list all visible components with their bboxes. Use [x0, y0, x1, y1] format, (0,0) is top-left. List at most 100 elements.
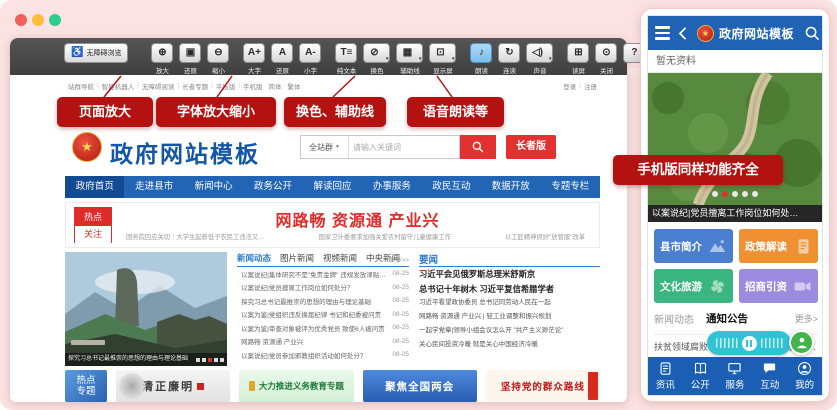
window-minimize-dot[interactable] [32, 14, 44, 26]
news-list-item[interactable]: ·探究习总书记最推崇的思想的理由与理论基础08-25 [237, 294, 409, 308]
mobile-site-title: 政府网站模板 [719, 25, 794, 42]
hot-headline[interactable]: 网路畅 资源通 产业兴 [126, 207, 589, 231]
key-news-item[interactable]: 关心民间投资冷暖 就是关心中国经济冷暖 [419, 338, 600, 352]
mobile-more-link[interactable]: 更多> [795, 312, 818, 325]
accessibility-assistant-fab[interactable] [789, 330, 814, 355]
utility-link-elder[interactable]: 长者专题 [182, 81, 208, 91]
nav-item-news[interactable]: 新闻中心 [184, 176, 243, 198]
tile-policy-interpretation[interactable]: 政策解读 [739, 229, 818, 263]
mobile-carousel-dots[interactable] [648, 191, 822, 197]
mobile-nav-interaction[interactable]: 互动 [752, 357, 787, 395]
news-list-item[interactable]: ·网路畅 资源通 产业兴08-25 [237, 335, 409, 349]
mobile-nav-open-info[interactable]: 公开 [683, 357, 718, 395]
topic-banner-two-sessions[interactable]: 聚焦全国两会 [363, 370, 477, 402]
nav-item-home[interactable]: 政府首页 [65, 176, 124, 198]
utility-link-traditional[interactable]: 繁体 [288, 81, 301, 91]
key-news-featured[interactable]: 习近平会见俄罗斯总理米舒斯京 [419, 267, 600, 282]
toolbar-button-continuous-read[interactable]: ↻连读 [497, 43, 521, 75]
toolbar-button-label: 纯文本 [337, 65, 357, 75]
nav-item-special-topics[interactable]: 专题专栏 [541, 176, 600, 198]
toolbar-button-font-larger[interactable]: A+大字 [242, 43, 266, 75]
toolbar-button-read-aloud[interactable]: ♪朗读 [469, 43, 493, 75]
topic-banner-integrity[interactable]: 清正廉明 [116, 370, 230, 402]
toolbar-button-plain-text[interactable]: T≡纯文本 [334, 43, 358, 75]
toolbar-button-sound[interactable]: ◁)▾声音 [525, 43, 554, 75]
topic-banner-mass-line[interactable]: 坚持党的群众路线 [486, 370, 600, 402]
nav-item-services[interactable]: 办事服务 [362, 176, 421, 198]
key-news-item[interactable]: 一起学党章|领导小组会议怎么开 "共产主义渺茫论" [419, 324, 600, 338]
utility-link-tablet[interactable]: 平板版 [216, 81, 236, 91]
news-list-item[interactable]: ·以案说纪|党员参加邪教组织活动如何处分？08-25 [237, 348, 409, 362]
utility-link-accessibility[interactable]: 无障碍阅读 [142, 81, 175, 91]
toolbar-button-zoom-in[interactable]: ⊕放大 [150, 43, 174, 75]
nav-item-interpretation[interactable]: 解读回应 [303, 176, 362, 198]
news-list-item[interactable]: ·以案为鉴|党组织违反换届纪律 书记和纪委被问责08-25 [237, 308, 409, 322]
search-icon[interactable] [804, 25, 821, 42]
toolbar-button-zoom-reset[interactable]: ▣还原 [178, 43, 202, 75]
news-more-link[interactable]: 更多>> [390, 255, 409, 264]
chevron-down-icon: ▾ [549, 56, 552, 62]
mobile-nav-news[interactable]: 资讯 [648, 357, 683, 395]
topic-banner-education[interactable]: 大力推进义务教育专题 [239, 370, 353, 402]
hot-sublink[interactable]: 国务院回应关切｜大学生起薪低于农民工违法又… [126, 232, 265, 241]
audio-player-pill[interactable] [707, 331, 791, 355]
tab-photo-news[interactable]: 图片新闻 [280, 252, 314, 266]
carousel-caption[interactable]: 探究习总书记最推崇的思想的理由与理论基础 [68, 353, 193, 366]
mobile-carousel-photo[interactable] [648, 73, 823, 205]
mobile-nav-services[interactable]: 服务 [718, 357, 753, 395]
toolbar-button-label: 辅助线 [400, 65, 420, 75]
mobile-nav-profile[interactable]: 我的 [787, 357, 822, 395]
toolbar-button-zoom-out[interactable]: ⊖缩小 [206, 43, 230, 75]
elder-version-button[interactable]: 长者版 [506, 135, 556, 159]
search-button[interactable] [460, 135, 496, 159]
tab-notices[interactable]: 通知公告 [706, 311, 748, 326]
back-chevron-icon[interactable] [675, 25, 692, 42]
search-scope-dropdown[interactable]: 全站群▼ [301, 136, 349, 158]
tab-news-updates[interactable]: 新闻动态 [654, 311, 694, 326]
window-close-dot[interactable] [15, 14, 27, 26]
news-list-item[interactable]: ·以案说纪|集体研究不是"免责金牌" 违规发放津贴被处…08-25 [237, 267, 409, 281]
nav-item-gov-info[interactable]: 政务公开 [243, 176, 302, 198]
toolbar-button-screen-reader[interactable]: ⊞读屏 [566, 43, 590, 75]
news-list-item[interactable]: ·以案说纪|党员擅离工作岗位如何处分？08-25 [237, 281, 409, 295]
accessibility-browse-button[interactable]: ♿ 无障碍浏览 [64, 43, 128, 63]
hot-sublink[interactable]: 以工匠精神抓好"放管服"改革 [505, 232, 585, 241]
nav-item-interaction[interactable]: 政民互动 [422, 176, 481, 198]
key-news-featured[interactable]: 总书记十年树木 习近平复信希腊学者 [419, 282, 600, 297]
carousel-dots[interactable] [196, 358, 224, 362]
read-aloud-icon: ♪ [470, 43, 492, 63]
tile-culture-tourism[interactable]: 文化旅游 [654, 269, 733, 303]
video-camera-icon [793, 277, 812, 296]
login-link[interactable]: 登录 [563, 81, 576, 91]
nav-item-open-data[interactable]: 数据开放 [481, 176, 540, 198]
toolbar-button-color-switch[interactable]: ⊘▾换色 [362, 43, 391, 75]
photo-carousel[interactable]: 探究习总书记最推崇的思想的理由与理论基础 [65, 252, 227, 366]
mobile-carousel-caption[interactable]: 以案说纪|党员擅离工作岗位如何处… [648, 205, 823, 222]
utility-link-robot[interactable]: 智能机器人 [102, 81, 135, 91]
utility-link-site-nav[interactable]: 站群导航 [68, 81, 94, 91]
nav-item-counties[interactable]: 走进县市 [124, 176, 183, 198]
toolbar-button-power-off[interactable]: ⊙关闭 [594, 43, 618, 75]
window-maximize-dot[interactable] [49, 14, 61, 26]
tile-investment[interactable]: 招商引资 [739, 269, 818, 303]
register-link[interactable]: 注册 [584, 81, 597, 91]
key-news-item[interactable]: 网路畅 资源通 产业兴 | 轻工业调整和振兴规划 [419, 310, 600, 324]
utility-link-simplified[interactable]: 简体 [269, 81, 282, 91]
news-list-item[interactable]: ·以案为鉴|审查对象被评为优秀党员 致使6人被问责08-25 [237, 321, 409, 335]
color-switch-icon: ⊘▾ [363, 43, 390, 63]
pause-icon[interactable] [742, 336, 757, 351]
toolbar-group-misc: ⊞读屏 ⊙关闭 ?帮助 [566, 43, 646, 75]
search-input[interactable] [349, 143, 459, 152]
toolbar-button-screen[interactable]: ⊡▾显示屏 [428, 43, 457, 75]
utility-link-mobile[interactable]: 手机版 [243, 81, 263, 91]
toolbar-button-guide-line[interactable]: ▦▾辅助线 [395, 43, 424, 75]
tab-news-updates[interactable]: 新闻动态 [237, 252, 271, 266]
key-news-item[interactable]: 习近平看望政协委员 总书记同劳动人民在一起 [419, 296, 600, 310]
tile-county-intro[interactable]: 县市简介 [654, 229, 733, 263]
tab-video-news[interactable]: 视频新闻 [323, 252, 357, 266]
toolbar-button-font-reset[interactable]: A还原 [270, 43, 294, 75]
hamburger-menu-icon[interactable] [655, 26, 670, 39]
hot-sublink[interactable]: 国家卫计委要求加强关爱农村留守儿童健康工作 [319, 232, 451, 241]
red-ribbon-decoration [588, 372, 598, 400]
toolbar-button-font-smaller[interactable]: A-小字 [298, 43, 322, 75]
